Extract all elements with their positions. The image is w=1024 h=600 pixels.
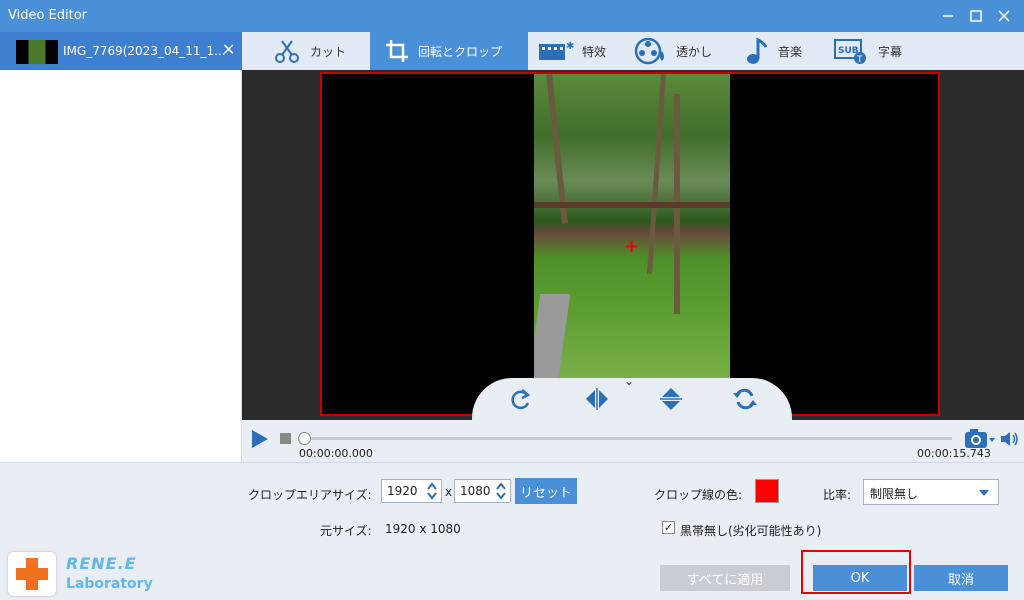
tab-subtitle[interactable]: SUB T 字幕 (834, 32, 924, 70)
ratio-value: 制限無し (870, 487, 919, 501)
editor-tabs: カット 回転とクロップ ✱ 特效 透かし 音楽 SUB T 字幕 (242, 32, 1024, 70)
apply-all-button[interactable]: すべてに適用 (660, 565, 790, 591)
watermark-icon (634, 37, 664, 65)
crop-height-value: 1080 (460, 484, 491, 498)
close-icon (998, 10, 1010, 22)
file-list: IMG_7769(2023_04_11_1... ✕ (0, 32, 242, 462)
crop-line-color-swatch[interactable] (755, 479, 779, 503)
ratio-label: 比率: (823, 488, 852, 502)
flip-vertical-button[interactable] (658, 386, 684, 412)
crop-width-input[interactable]: 1920 (381, 479, 442, 503)
video-preview: + ⌄ (242, 70, 1024, 420)
file-name: IMG_7769(2023_04_11_1... (63, 44, 226, 58)
logo-brand: RENE.E (66, 554, 137, 573)
music-icon (747, 37, 768, 64)
flip-horizontal-icon (586, 388, 608, 410)
maximize-icon (970, 10, 982, 22)
tab-label: 字幕 (878, 44, 903, 59)
tab-label: 回転とクロップ (418, 44, 503, 59)
crop-center-marker[interactable]: + (624, 236, 639, 257)
tab-rotate-crop[interactable]: 回転とクロップ (370, 32, 528, 70)
rene-logo: RENE.E Laboratory (4, 548, 154, 596)
crop-line-color-label: クロップ線の色: (654, 488, 743, 502)
original-size-label: 元サイズ: (320, 524, 372, 538)
crop-icon (386, 40, 408, 62)
seek-handle[interactable] (298, 432, 311, 445)
tab-label: 特效 (582, 44, 607, 59)
playback-bar: 00:00:00.000 00:00:15.743 (242, 420, 1024, 462)
scissors-icon (275, 40, 299, 63)
volume-button[interactable] (1000, 430, 1020, 451)
video-frame: + (534, 74, 730, 380)
minimize-icon (943, 15, 953, 17)
dimension-separator: x (445, 485, 453, 499)
spinner-arrows-icon[interactable] (427, 482, 437, 500)
chevron-down-icon (979, 490, 989, 496)
crop-frame[interactable]: + (320, 72, 940, 416)
remove-file-icon[interactable]: ✕ (222, 40, 235, 59)
svg-text:✱: ✱ (566, 41, 574, 52)
play-icon (252, 430, 268, 448)
ratio-select[interactable]: 制限無し (863, 479, 999, 505)
tab-watermark[interactable]: 透かし (634, 32, 724, 70)
cancel-button[interactable]: 取消 (914, 565, 1008, 591)
volume-icon (1001, 432, 1018, 446)
title-bar: Video Editor (0, 0, 1024, 32)
black-bars-label: 黒帯無し(劣化可能性あり) (680, 524, 822, 538)
tab-music[interactable]: 音楽 (744, 32, 824, 70)
collapse-chevron-icon[interactable]: ⌄ (624, 374, 634, 388)
logo-badge (8, 552, 56, 596)
tab-label: 透かし (676, 44, 713, 59)
camera-icon (965, 429, 995, 448)
current-time: 00:00:00.000 (299, 447, 373, 460)
flip-horizontal-button[interactable] (584, 386, 610, 412)
tab-label: 音楽 (778, 44, 803, 59)
reset-button[interactable]: リセット (515, 478, 577, 504)
logo-sub: Laboratory (66, 576, 153, 592)
flip-vertical-icon (660, 388, 682, 410)
tab-effects[interactable]: ✱ 特效 (538, 32, 628, 70)
crop-area-label: クロップエリアサイズ: (248, 488, 372, 502)
window-title: Video Editor (8, 8, 88, 23)
rotate-controls: ⌄ (472, 374, 792, 420)
ok-button-highlight (801, 550, 911, 594)
stop-button[interactable] (280, 433, 291, 444)
tab-label: カット (310, 44, 347, 59)
seek-track[interactable] (300, 437, 952, 440)
effects-icon: ✱ (539, 41, 574, 60)
refresh-icon (733, 388, 757, 410)
crop-width-value: 1920 (387, 484, 418, 498)
spinner-arrows-icon[interactable] (496, 482, 506, 500)
crop-height-input[interactable]: 1080 (454, 479, 511, 503)
snapshot-button[interactable] (964, 428, 996, 453)
close-button[interactable] (988, 0, 1020, 32)
black-bars-checkbox[interactable]: ✓ (662, 521, 675, 534)
original-size-value: 1920 x 1080 (385, 522, 461, 536)
rotate-button[interactable] (508, 386, 534, 412)
rotate-cw-icon (511, 389, 531, 410)
reset-rotation-button[interactable] (732, 386, 758, 412)
svg-text:T: T (856, 55, 863, 64)
file-item[interactable]: IMG_7769(2023_04_11_1... ✕ (0, 32, 242, 70)
video-thumbnail (16, 40, 58, 64)
logo-cross-icon (16, 558, 48, 590)
play-button[interactable] (250, 429, 270, 452)
subtitle-icon: SUBT (834, 39, 866, 64)
tab-cut[interactable]: カット (272, 32, 372, 70)
